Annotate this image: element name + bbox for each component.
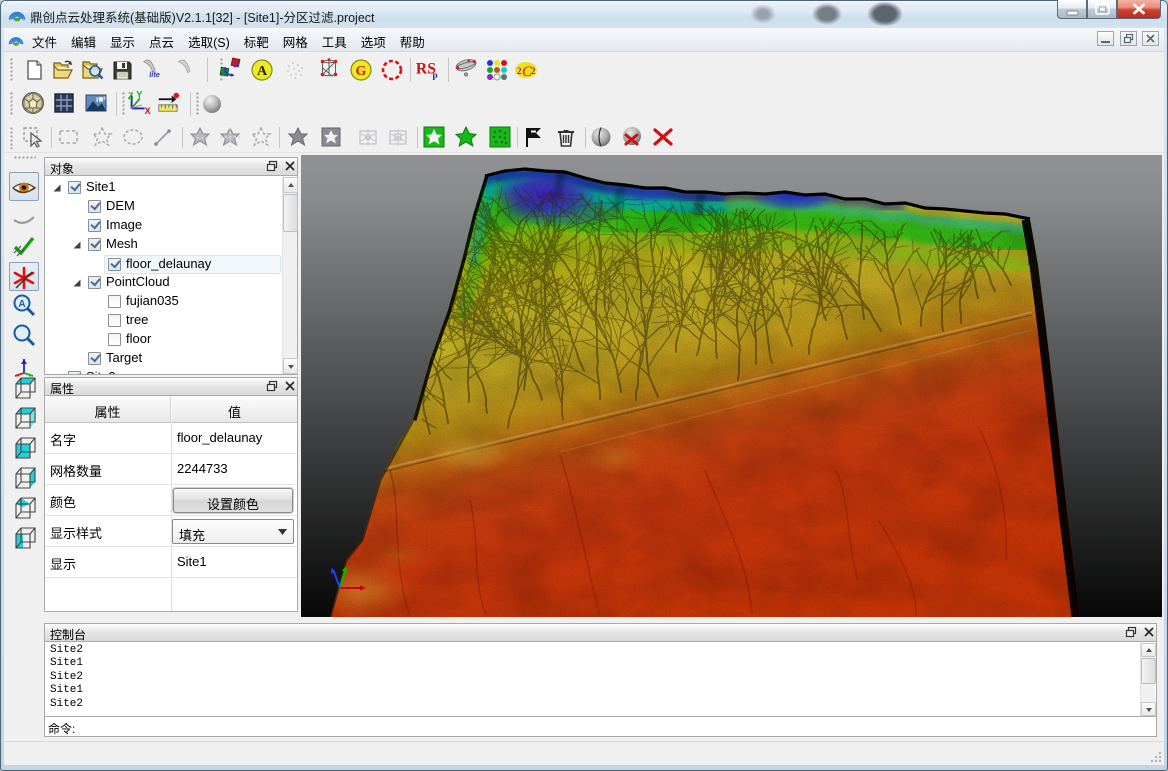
svg-text:A: A [18, 299, 25, 310]
svg-text:A: A [257, 64, 268, 79]
svg-text:lite: lite [149, 70, 160, 79]
svg-text:X: X [145, 106, 151, 114]
svg-text:m³: m³ [96, 95, 106, 104]
svg-text:2: 2 [531, 66, 536, 76]
svg-text:Y: Y [136, 90, 142, 99]
svg-text:G: G [356, 64, 367, 79]
svg-text:p: p [433, 70, 438, 80]
svg-text:Z: Z [128, 91, 134, 101]
